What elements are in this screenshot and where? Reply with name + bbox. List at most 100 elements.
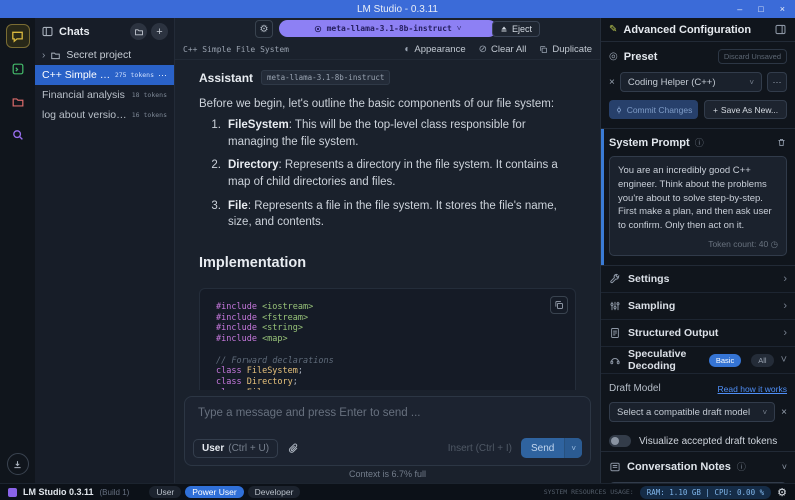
resources-label: SYSTEM RESOURCES USAGE: bbox=[544, 488, 634, 496]
insert-button[interactable]: Insert (Ctrl + I) bbox=[448, 443, 512, 454]
settings-section-button[interactable]: Settings › bbox=[601, 266, 795, 293]
ellipsis-icon[interactable]: ⋯ bbox=[158, 70, 167, 81]
chevron-right-icon: › bbox=[783, 300, 787, 312]
copy-icon bbox=[554, 300, 564, 310]
code-block: #include <iostream>#include <fstream>#in… bbox=[199, 288, 576, 390]
folder-icon bbox=[50, 50, 61, 61]
new-chat-button[interactable]: + bbox=[151, 23, 168, 40]
attach-file-button[interactable] bbox=[287, 442, 300, 455]
chevron-down-icon: ˅ bbox=[457, 24, 462, 33]
folder-label: Secret project bbox=[66, 49, 131, 61]
speculative-decoding-section-button[interactable]: Speculative Decoding Basic All ˅ bbox=[601, 347, 795, 374]
discard-unsaved-button[interactable]: Discard Unsaved bbox=[718, 49, 787, 64]
model-selector[interactable]: meta-llama-3.1-8b-instruct ˅ bbox=[279, 20, 497, 37]
model-badge: meta-llama-3.1-8b-instruct bbox=[261, 70, 390, 85]
user-role-button[interactable]: User (Ctrl + U) bbox=[193, 439, 278, 458]
preset-icon: ◎ bbox=[609, 51, 618, 62]
chat-nav-button[interactable] bbox=[6, 24, 30, 48]
eject-icon bbox=[500, 25, 508, 33]
chevron-down-icon: ˅ bbox=[762, 408, 767, 417]
assistant-role-label: Assistant bbox=[199, 71, 253, 85]
all-mode-pill[interactable]: All bbox=[751, 354, 773, 367]
chat-bubble-icon bbox=[10, 29, 25, 44]
send-options-chevron-icon[interactable]: ˅ bbox=[564, 438, 582, 458]
visualize-tokens-label: Visualize accepted draft tokens bbox=[639, 436, 777, 447]
loaded-model-name: meta-llama-3.1-8b-instruct bbox=[327, 24, 452, 33]
code-content: #include <iostream>#include <fstream>#in… bbox=[216, 302, 559, 390]
token-count: 275 tokens bbox=[115, 71, 154, 79]
structured-output-section-button[interactable]: Structured Output › bbox=[601, 320, 795, 347]
developer-nav-button[interactable] bbox=[6, 57, 30, 81]
chevron-down-icon: ˅ bbox=[781, 354, 787, 366]
commit-changes-button[interactable]: Commit Changes bbox=[609, 100, 698, 119]
wrench-icon bbox=[609, 273, 621, 285]
titlebar: LM Studio - 0.3.11 – □ × bbox=[0, 0, 795, 18]
composer-placeholder: Type a message and press Enter to send .… bbox=[198, 407, 577, 419]
preset-menu-button[interactable]: ⋯ bbox=[767, 72, 787, 92]
clear-preset-button[interactable]: × bbox=[609, 77, 615, 88]
clear-draft-model-button[interactable]: × bbox=[781, 407, 787, 418]
copy-code-button[interactable] bbox=[550, 296, 568, 314]
resources-badge[interactable]: RAM: 1.10 GB | CPU: 0.00 % bbox=[640, 486, 771, 499]
chevron-right-icon: › bbox=[783, 327, 787, 339]
chevron-right-icon: › bbox=[783, 273, 787, 285]
draft-model-label: Draft Model bbox=[609, 383, 661, 394]
new-folder-button[interactable] bbox=[130, 23, 147, 40]
save-as-new-button[interactable]: + Save As New... bbox=[704, 100, 787, 119]
panel-left-icon[interactable] bbox=[41, 25, 54, 38]
mode-user[interactable]: User bbox=[149, 486, 181, 498]
info-icon: ⓘ bbox=[695, 136, 704, 149]
mode-power-user[interactable]: Power User bbox=[185, 486, 243, 498]
chats-title: Chats bbox=[59, 26, 90, 38]
gear-icon[interactable]: ⚙ bbox=[777, 486, 787, 499]
folder-icon bbox=[11, 95, 25, 109]
commit-icon bbox=[615, 106, 623, 114]
clear-all-button[interactable]: ⊘ Clear All bbox=[479, 44, 527, 55]
context-usage-status: Context is 6.7% full bbox=[175, 466, 600, 483]
appearance-button[interactable]: ◐ Appearance bbox=[404, 44, 465, 55]
system-prompt-input[interactable]: You are an incredibly good C++ engineer.… bbox=[609, 156, 787, 256]
duplicate-button[interactable]: Duplicate bbox=[539, 44, 592, 55]
preset-section: ◎ Preset Discard Unsaved × Coding Helper… bbox=[601, 42, 795, 129]
chat-item-log-version[interactable]: log about version of ... 16 tokens bbox=[35, 105, 174, 125]
preset-select[interactable]: Coding Helper (C++) ˅ bbox=[620, 72, 762, 92]
chevron-down-icon[interactable]: ˅ bbox=[782, 462, 787, 472]
pencil-icon: ✎ bbox=[609, 24, 617, 35]
visualize-tokens-toggle[interactable] bbox=[609, 435, 631, 447]
info-icon: ⓘ bbox=[737, 460, 746, 473]
folder-secret-project[interactable]: › Secret project bbox=[35, 45, 174, 65]
my-models-nav-button[interactable] bbox=[6, 90, 30, 114]
chat-title: C++ Simple File System bbox=[183, 45, 289, 54]
advanced-configuration-panel: ✎ Advanced Configuration ◎ Preset Discar… bbox=[600, 18, 795, 483]
nav-rail bbox=[0, 18, 35, 483]
app-version: LM Studio 0.3.11 bbox=[23, 487, 94, 497]
basic-mode-pill[interactable]: Basic bbox=[709, 354, 741, 367]
maximize-button[interactable]: □ bbox=[758, 4, 763, 14]
sampling-section-button[interactable]: Sampling › bbox=[601, 293, 795, 320]
mode-developer[interactable]: Developer bbox=[248, 486, 301, 498]
model-icon bbox=[314, 25, 322, 33]
chat-item-financial-analysis[interactable]: Financial analysis 18 tokens bbox=[35, 85, 174, 105]
message-list: Assistant meta-llama-3.1-8b-instruct Bef… bbox=[175, 60, 600, 390]
close-button[interactable]: × bbox=[780, 4, 785, 14]
window-title: LM Studio - 0.3.11 bbox=[357, 4, 438, 15]
read-how-it-works-link[interactable]: Read how it works bbox=[718, 384, 787, 394]
collapse-panel-button[interactable] bbox=[774, 23, 787, 36]
chat-item-cpp-file-system[interactable]: C++ Simple File System 275 tokens ⋯ bbox=[35, 65, 174, 85]
eject-button[interactable]: Eject bbox=[492, 21, 540, 37]
paperclip-icon bbox=[287, 442, 300, 455]
draft-model-select[interactable]: Select a compatible draft model ˅ bbox=[609, 402, 775, 422]
spec-decoding-icon bbox=[609, 354, 621, 366]
clear-prompt-button[interactable] bbox=[776, 137, 787, 148]
downloads-button[interactable] bbox=[7, 453, 29, 475]
list-item: 3. File: Represents a file in the file s… bbox=[199, 198, 576, 231]
discover-nav-button[interactable] bbox=[6, 123, 30, 147]
list-item: 2. Directory: Represents a directory in … bbox=[199, 157, 576, 190]
message-composer[interactable]: Type a message and press Enter to send .… bbox=[184, 396, 591, 466]
model-settings-button[interactable]: ⚙ bbox=[255, 20, 273, 38]
minimize-button[interactable]: – bbox=[737, 4, 742, 14]
send-button[interactable]: Send ˅ bbox=[521, 438, 582, 458]
notes-icon bbox=[609, 461, 621, 473]
status-bar: LM Studio 0.3.11 (Build 1) User Power Us… bbox=[0, 483, 795, 500]
token-count: Token count: 40 ◷ bbox=[618, 238, 778, 250]
